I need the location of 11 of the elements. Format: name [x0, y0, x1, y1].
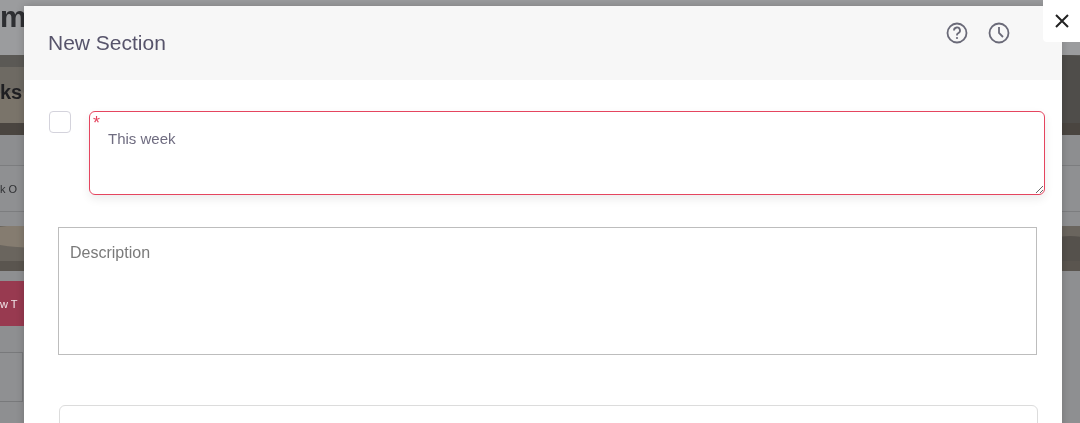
description-field[interactable]: Description [58, 227, 1037, 355]
page-heading: ks [0, 81, 23, 104]
help-icon[interactable] [946, 22, 968, 44]
new-button[interactable]: w T [0, 281, 24, 326]
section-name-field[interactable]: * This week [89, 111, 1045, 195]
close-icon [1054, 14, 1069, 28]
close-button[interactable] [1043, 0, 1080, 42]
filter-text: k O [0, 182, 18, 195]
dialog-title: New Section [48, 31, 167, 55]
checkbox[interactable] [49, 111, 71, 133]
clock-icon[interactable] [988, 22, 1010, 44]
